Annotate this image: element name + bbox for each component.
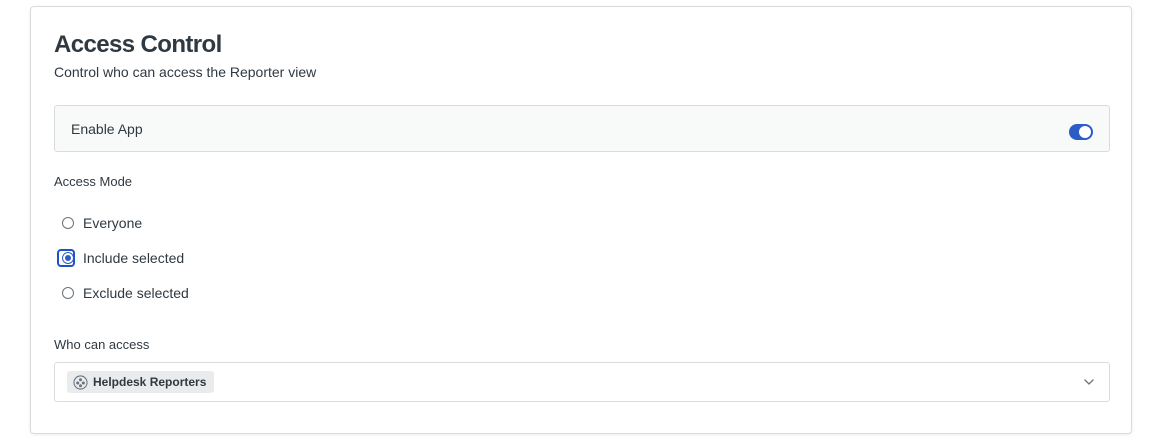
radio-label: Include selected xyxy=(83,250,185,266)
radio-button[interactable] xyxy=(62,252,74,264)
radio-option-include-selected[interactable]: Include selected xyxy=(57,248,185,268)
enable-app-row: Enable App xyxy=(54,105,1110,152)
access-mode-label: Access Mode xyxy=(54,174,133,189)
selected-tag[interactable]: Helpdesk Reporters xyxy=(67,371,215,393)
who-can-access-select[interactable]: Helpdesk Reporters xyxy=(54,362,1110,402)
enable-app-label: Enable App xyxy=(71,121,143,137)
radio-option-exclude-selected[interactable]: Exclude selected xyxy=(62,283,189,303)
radio-label: Exclude selected xyxy=(83,285,189,301)
page-subtitle: Control who can access the Reporter view xyxy=(54,64,317,80)
access-control-card: Access Control Control who can access th… xyxy=(30,6,1132,434)
radio-option-everyone[interactable]: Everyone xyxy=(62,213,142,233)
chevron-down-icon[interactable] xyxy=(1083,376,1095,388)
group-icon xyxy=(73,374,88,390)
page-title: Access Control xyxy=(54,31,222,58)
radio-button[interactable] xyxy=(62,217,74,229)
toggle-knob xyxy=(1079,126,1091,138)
who-can-access-label: Who can access xyxy=(54,337,150,352)
tag-label: Helpdesk Reporters xyxy=(93,375,207,389)
enable-app-toggle[interactable] xyxy=(1069,124,1093,140)
radio-button[interactable] xyxy=(62,287,74,299)
radio-label: Everyone xyxy=(83,215,143,231)
